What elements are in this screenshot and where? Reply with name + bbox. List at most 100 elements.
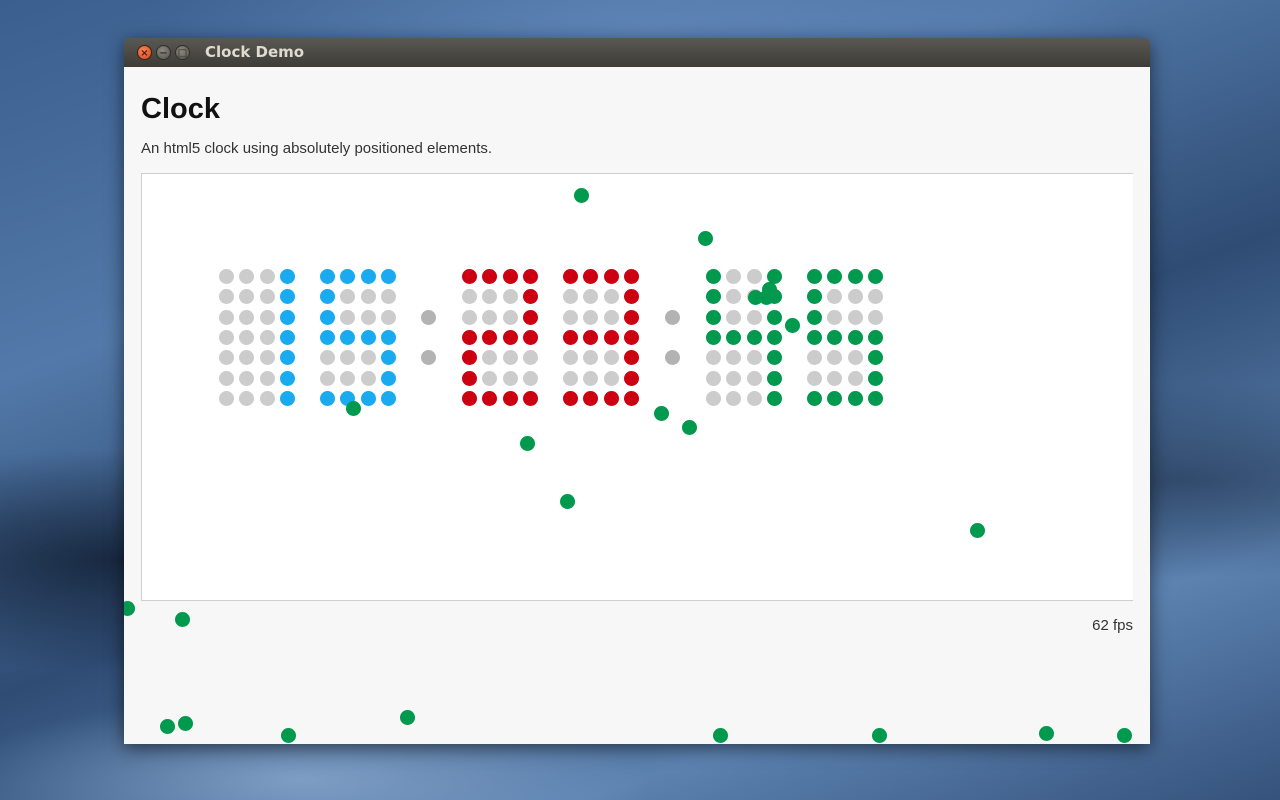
clock-digit-6-dot [867, 370, 883, 386]
clock-digit-4-dot [583, 269, 599, 284]
bouncing-ball [346, 401, 361, 416]
clock-digit-3-dot [462, 370, 477, 386]
clock-digit-6-dot [827, 269, 843, 284]
clock-digit-3-dot [462, 350, 477, 366]
clock-digit-1-dot [259, 269, 275, 284]
clock-digit-6-dot [867, 390, 883, 406]
clock-digit-5-dot [706, 370, 721, 386]
clock-separator-dot [421, 350, 436, 365]
clock-digit-6-dot [847, 269, 863, 284]
clock-digit-3-dot [522, 329, 538, 345]
fps-counter: 62 fps [1092, 617, 1133, 634]
clock-digit-4-dot [623, 350, 639, 366]
window-titlebar[interactable]: × − □ Clock Demo [124, 38, 1150, 67]
clock-digit-6-dot [867, 350, 883, 366]
clock-digit-3-dot [502, 390, 518, 406]
clock-digit-2-dot [340, 329, 356, 345]
clock-digit-5-dot [726, 269, 742, 284]
clock-digit-6-dot [847, 390, 863, 406]
clock-digit-5-dot [706, 350, 721, 366]
clock-digit-3-dot [522, 350, 538, 366]
clock-digit-5-dot [766, 390, 782, 406]
clock-digit-1-dot [219, 329, 234, 345]
clock-digit-3-dot [502, 309, 518, 325]
clock-digit-4-dot [563, 350, 578, 366]
clock-digit-3-dot [482, 370, 498, 386]
clock-digit-1-dot [279, 390, 295, 406]
clock-digit-5-dot [726, 289, 742, 305]
clock-digit-1-dot [219, 269, 234, 284]
clock-separator-dot [665, 350, 680, 365]
clock-digit-6-dot [827, 289, 843, 305]
clock-digit-2-dot [340, 269, 356, 284]
window-close-button[interactable]: × [137, 45, 152, 60]
clock-digit-5-dot [706, 289, 721, 305]
clock-digit-3-dot [502, 289, 518, 305]
clock-digit-4-dot [603, 329, 619, 345]
clock-digit-5-dot [706, 329, 721, 345]
bouncing-ball [281, 728, 296, 743]
clock-digit-4-dot [623, 289, 639, 305]
clock-digit-6-dot [867, 289, 883, 305]
clock-digit-1-dot [219, 390, 234, 406]
clock-digit-4-dot [583, 309, 599, 325]
bouncing-ball [1039, 726, 1054, 741]
clock-digit-2-dot [360, 350, 376, 366]
clock-digit-1-dot [259, 289, 275, 305]
clock-digit-1-dot [259, 350, 275, 366]
bouncing-ball [400, 710, 415, 725]
clock-digit-2-dot [380, 309, 396, 325]
clock-digit-2-dot [360, 390, 376, 406]
clock-digit-3-dot [522, 269, 538, 284]
clock-digit-1-dot [239, 370, 255, 386]
clock-digit-2-dot [360, 309, 376, 325]
clock-digit-3-dot [482, 390, 498, 406]
clock-separator-dot [421, 310, 436, 325]
clock-digit-4-dot [603, 370, 619, 386]
clock-digit-1-dot [279, 329, 295, 345]
clock-digit-4-dot [583, 289, 599, 305]
clock-digit-3-dot [502, 329, 518, 345]
clock-digit-3-dot [482, 350, 498, 366]
clock-digit-2-dot [340, 370, 356, 386]
bouncing-ball [682, 420, 697, 435]
clock-digit-3-dot [522, 390, 538, 406]
bouncing-ball [713, 728, 728, 743]
clock-digit-6-dot [847, 370, 863, 386]
clock-digit-4-dot [603, 269, 619, 284]
window-maximize-button[interactable]: □ [175, 45, 190, 60]
clock-digit-3-dot [462, 309, 477, 325]
clock-digit-5-dot [706, 309, 721, 325]
clock-digit-2-dot [320, 350, 335, 366]
clock-digit-2-dot [320, 269, 335, 284]
clock-digit-5-dot [726, 390, 742, 406]
clock-digit-4-dot [603, 390, 619, 406]
clock-digit-4-dot [563, 329, 578, 345]
clock-digit-6-dot [847, 350, 863, 366]
clock-digit-2-dot [360, 269, 376, 284]
clock-digit-3-dot [482, 329, 498, 345]
bouncing-ball [654, 406, 669, 421]
clock-digit-3-dot [462, 390, 477, 406]
clock-stage [141, 173, 1133, 601]
window-minimize-button[interactable]: − [156, 45, 171, 60]
clock-digit-6-dot [827, 390, 843, 406]
clock-digit-4-dot [603, 289, 619, 305]
clock-digit-2-dot [340, 289, 356, 305]
clock-digit-2-dot [380, 329, 396, 345]
clock-digit-2-dot [360, 289, 376, 305]
clock-digit-3-dot [462, 329, 477, 345]
clock-digit-5-dot [746, 350, 762, 366]
clock-digit-4-dot [623, 329, 639, 345]
clock-digit-3-dot [462, 269, 477, 284]
clock-digit-4-dot [583, 370, 599, 386]
bouncing-ball [520, 436, 535, 451]
clock-digit-6-dot [867, 329, 883, 345]
clock-digit-5-dot [746, 269, 762, 284]
clock-digit-3-dot [522, 309, 538, 325]
clock-digit-2-dot [380, 289, 396, 305]
clock-digit-1-dot [259, 329, 275, 345]
clock-digit-6-dot [807, 350, 822, 366]
page-content: Clock An html5 clock using absolutely po… [124, 67, 1150, 744]
bouncing-ball [970, 523, 985, 538]
